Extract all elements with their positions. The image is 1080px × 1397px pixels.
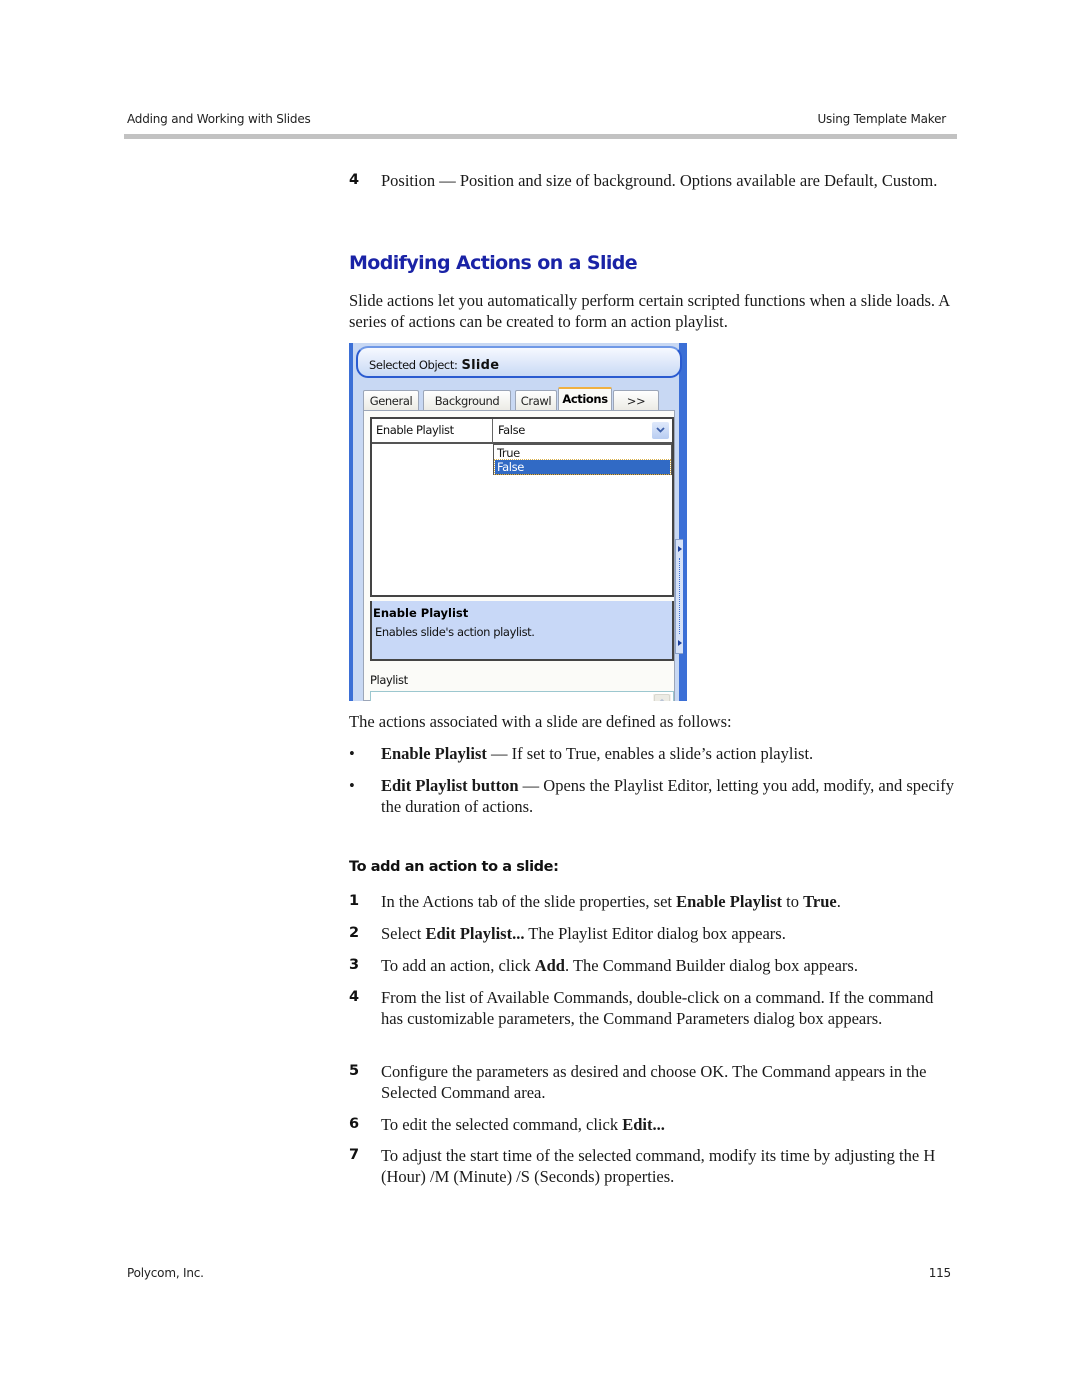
chevron-up-icon: [659, 698, 665, 701]
step-number: 1: [349, 893, 360, 909]
intro-step: 4 Position — Position and size of backgr…: [349, 170, 959, 214]
step-text: To adjust the start time of the selected…: [381, 1146, 936, 1186]
description-text: Enables slide's action playlist.: [375, 625, 535, 639]
step-text-part: to: [782, 892, 804, 911]
dropdown-button[interactable]: [652, 422, 669, 439]
step-text: Position — Position and size of backgrou…: [381, 171, 938, 190]
step-text: To add an action, click Add. The Command…: [381, 955, 959, 976]
bullet-icon: •: [349, 744, 355, 763]
properties-panel-screenshot: Selected Object: Slide General Background…: [349, 343, 687, 701]
scroll-up-button[interactable]: [654, 694, 670, 701]
property-grid: Enable Playlist False True False: [370, 417, 674, 597]
section-intro: Slide actions let you automatically perf…: [349, 291, 950, 331]
grip-dots: [679, 558, 681, 634]
step-emphasis: Edit...: [622, 1115, 665, 1134]
grid-column-divider: [492, 419, 493, 443]
step-emphasis: Edit Playlist...: [425, 924, 525, 943]
footer-company: Polycom, Inc.: [127, 1266, 204, 1280]
chevron-down-icon: [656, 427, 665, 433]
step-text: In the Actions tab of the slide properti…: [381, 891, 959, 912]
step-text-part: .: [836, 892, 841, 911]
tab-more[interactable]: >>: [613, 390, 659, 410]
step-number: 7: [349, 1147, 360, 1163]
selected-object-value: Slide: [461, 358, 500, 373]
description-title: Enable Playlist: [373, 606, 469, 620]
step-number: 4: [349, 989, 360, 1005]
step-number: 6: [349, 1116, 360, 1132]
step-number: 4: [349, 172, 360, 188]
dropdown-option-true[interactable]: True: [495, 446, 670, 460]
definition-item: • Edit Playlist button — Opens the Playl…: [349, 775, 959, 819]
definition-item: • Enable Playlist — If set to True, enab…: [349, 743, 959, 765]
playlist-scrollbar[interactable]: [653, 694, 671, 701]
definitions-intro: The actions associated with a slide are …: [349, 712, 732, 731]
definition-text: — If set to True, enables a slide’s acti…: [486, 744, 814, 763]
step-text-part: . The Command Builder dialog box appears…: [565, 956, 858, 975]
section-title: Modifying Actions on a Slide: [349, 252, 638, 274]
running-header-left: Adding and Working with Slides: [127, 112, 311, 126]
dropdown-option-false[interactable]: False: [494, 459, 671, 475]
running-header-right: Using Template Maker: [817, 112, 946, 126]
collapse-arrow-icon: [678, 640, 682, 646]
step-number: 5: [349, 1063, 360, 1079]
selected-object-bar: Selected Object: Slide: [356, 346, 682, 378]
step-text-part: In the Actions tab of the slide properti…: [381, 892, 677, 911]
procedure-title: To add an action to a slide:: [349, 859, 559, 875]
panel-body: Selected Object: Slide General Background…: [353, 343, 682, 701]
tab-crawl[interactable]: Crawl: [515, 390, 557, 410]
definition-term: Enable Playlist: [381, 744, 487, 763]
step-emphasis: Enable Playlist: [676, 892, 782, 911]
actions-tab-page: Enable Playlist False True False Enable …: [363, 410, 675, 701]
step-emphasis: True: [803, 892, 837, 911]
tab-background[interactable]: Background: [423, 390, 511, 410]
panel-right-border: [683, 343, 687, 701]
selected-object-label: Selected Object: Slide: [369, 358, 499, 373]
selected-object-caption: Selected Object:: [369, 358, 458, 372]
tab-actions[interactable]: Actions: [558, 387, 612, 411]
bullet-icon: •: [349, 776, 355, 795]
step-emphasis: Add: [534, 956, 565, 975]
property-name: Enable Playlist: [376, 423, 454, 437]
step-number: 2: [349, 925, 360, 941]
step-text-part: To edit the selected command, click: [381, 1115, 623, 1134]
step-text: From the list of Available Commands, dou…: [381, 988, 934, 1028]
property-value-select[interactable]: False: [498, 423, 525, 437]
property-row-enable-playlist[interactable]: Enable Playlist False: [372, 419, 672, 444]
tab-general[interactable]: General: [363, 390, 419, 410]
step-text: Select Edit Playlist... The Playlist Edi…: [381, 923, 959, 944]
collapse-arrow-icon: [678, 546, 682, 552]
definition-term: Edit Playlist button: [381, 776, 519, 795]
playlist-label: Playlist: [370, 673, 408, 687]
step-text-part: Select: [381, 924, 426, 943]
step-number: 3: [349, 957, 360, 973]
playlist-listbox[interactable]: [370, 691, 674, 701]
step-text: To edit the selected command, click Edit…: [381, 1114, 959, 1135]
step-text-part: To add an action, click: [381, 956, 535, 975]
page-number: 115: [928, 1266, 952, 1280]
step-text-part: The Playlist Editor dialog box appears.: [524, 924, 786, 943]
dropdown-options-list: True False: [493, 444, 672, 475]
property-tabs: General Background Crawl Actions >>: [363, 387, 673, 411]
header-rule: [124, 134, 957, 139]
property-description: Enable Playlist Enables slide's action p…: [370, 601, 674, 661]
step-text: Configure the parameters as desired and …: [381, 1062, 927, 1102]
